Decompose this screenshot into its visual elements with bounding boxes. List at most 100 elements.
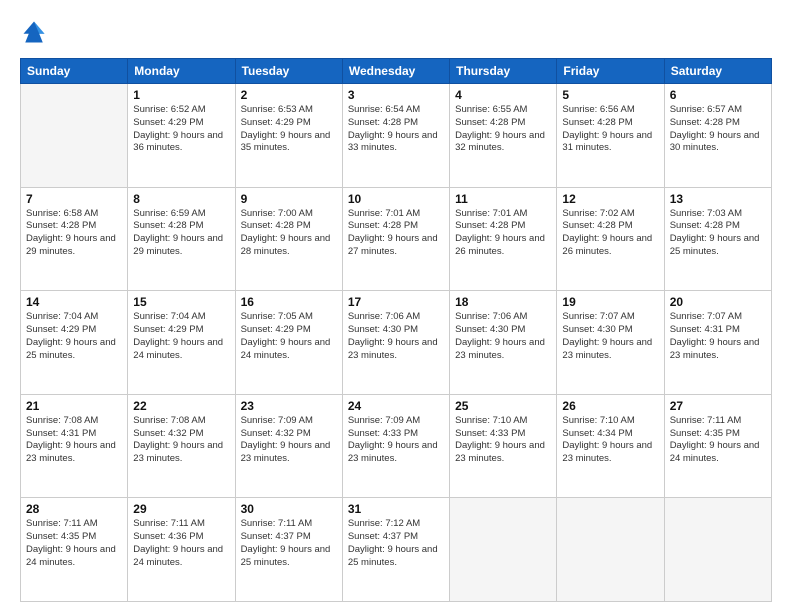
- day-number: 4: [455, 88, 551, 102]
- day-number: 25: [455, 399, 551, 413]
- day-number: 31: [348, 502, 444, 516]
- calendar-day-header: Monday: [128, 59, 235, 84]
- calendar-cell: 24 Sunrise: 7:09 AMSunset: 4:33 PMDaylig…: [342, 394, 449, 498]
- calendar-cell: [21, 84, 128, 188]
- day-info: Sunrise: 7:09 AMSunset: 4:32 PMDaylight:…: [241, 415, 331, 464]
- calendar-cell: [557, 498, 664, 602]
- day-info: Sunrise: 7:02 AMSunset: 4:28 PMDaylight:…: [562, 208, 652, 257]
- calendar-cell: 17 Sunrise: 7:06 AMSunset: 4:30 PMDaylig…: [342, 291, 449, 395]
- day-info: Sunrise: 6:53 AMSunset: 4:29 PMDaylight:…: [241, 104, 331, 153]
- day-number: 9: [241, 192, 337, 206]
- day-number: 27: [670, 399, 766, 413]
- day-info: Sunrise: 7:05 AMSunset: 4:29 PMDaylight:…: [241, 311, 331, 360]
- day-info: Sunrise: 7:11 AMSunset: 4:37 PMDaylight:…: [241, 518, 331, 567]
- day-number: 23: [241, 399, 337, 413]
- day-number: 28: [26, 502, 122, 516]
- calendar-cell: 11 Sunrise: 7:01 AMSunset: 4:28 PMDaylig…: [450, 187, 557, 291]
- day-number: 26: [562, 399, 658, 413]
- day-info: Sunrise: 7:01 AMSunset: 4:28 PMDaylight:…: [348, 208, 438, 257]
- day-info: Sunrise: 7:06 AMSunset: 4:30 PMDaylight:…: [455, 311, 545, 360]
- day-number: 30: [241, 502, 337, 516]
- day-number: 8: [133, 192, 229, 206]
- calendar-cell: 30 Sunrise: 7:11 AMSunset: 4:37 PMDaylig…: [235, 498, 342, 602]
- day-number: 3: [348, 88, 444, 102]
- calendar-cell: 4 Sunrise: 6:55 AMSunset: 4:28 PMDayligh…: [450, 84, 557, 188]
- day-info: Sunrise: 7:12 AMSunset: 4:37 PMDaylight:…: [348, 518, 438, 567]
- day-number: 22: [133, 399, 229, 413]
- calendar-day-header: Wednesday: [342, 59, 449, 84]
- day-number: 20: [670, 295, 766, 309]
- calendar-cell: 19 Sunrise: 7:07 AMSunset: 4:30 PMDaylig…: [557, 291, 664, 395]
- calendar-cell: 13 Sunrise: 7:03 AMSunset: 4:28 PMDaylig…: [664, 187, 771, 291]
- calendar-day-header: Tuesday: [235, 59, 342, 84]
- calendar-week-row: 7 Sunrise: 6:58 AMSunset: 4:28 PMDayligh…: [21, 187, 772, 291]
- day-number: 16: [241, 295, 337, 309]
- day-number: 10: [348, 192, 444, 206]
- day-info: Sunrise: 7:04 AMSunset: 4:29 PMDaylight:…: [26, 311, 116, 360]
- day-info: Sunrise: 7:09 AMSunset: 4:33 PMDaylight:…: [348, 415, 438, 464]
- calendar-cell: 1 Sunrise: 6:52 AMSunset: 4:29 PMDayligh…: [128, 84, 235, 188]
- calendar-cell: 2 Sunrise: 6:53 AMSunset: 4:29 PMDayligh…: [235, 84, 342, 188]
- day-info: Sunrise: 6:58 AMSunset: 4:28 PMDaylight:…: [26, 208, 116, 257]
- day-info: Sunrise: 7:07 AMSunset: 4:30 PMDaylight:…: [562, 311, 652, 360]
- calendar-cell: 28 Sunrise: 7:11 AMSunset: 4:35 PMDaylig…: [21, 498, 128, 602]
- day-number: 5: [562, 88, 658, 102]
- day-info: Sunrise: 7:08 AMSunset: 4:32 PMDaylight:…: [133, 415, 223, 464]
- calendar-cell: 29 Sunrise: 7:11 AMSunset: 4:36 PMDaylig…: [128, 498, 235, 602]
- calendar-cell: 20 Sunrise: 7:07 AMSunset: 4:31 PMDaylig…: [664, 291, 771, 395]
- calendar-cell: 22 Sunrise: 7:08 AMSunset: 4:32 PMDaylig…: [128, 394, 235, 498]
- day-info: Sunrise: 7:10 AMSunset: 4:33 PMDaylight:…: [455, 415, 545, 464]
- day-number: 18: [455, 295, 551, 309]
- day-info: Sunrise: 7:04 AMSunset: 4:29 PMDaylight:…: [133, 311, 223, 360]
- day-number: 12: [562, 192, 658, 206]
- calendar-cell: [450, 498, 557, 602]
- day-info: Sunrise: 6:59 AMSunset: 4:28 PMDaylight:…: [133, 208, 223, 257]
- day-info: Sunrise: 6:56 AMSunset: 4:28 PMDaylight:…: [562, 104, 652, 153]
- day-info: Sunrise: 7:01 AMSunset: 4:28 PMDaylight:…: [455, 208, 545, 257]
- calendar-week-row: 1 Sunrise: 6:52 AMSunset: 4:29 PMDayligh…: [21, 84, 772, 188]
- calendar-cell: 12 Sunrise: 7:02 AMSunset: 4:28 PMDaylig…: [557, 187, 664, 291]
- header: [20, 18, 772, 46]
- calendar-cell: 8 Sunrise: 6:59 AMSunset: 4:28 PMDayligh…: [128, 187, 235, 291]
- day-number: 14: [26, 295, 122, 309]
- day-number: 21: [26, 399, 122, 413]
- calendar-cell: 31 Sunrise: 7:12 AMSunset: 4:37 PMDaylig…: [342, 498, 449, 602]
- calendar-cell: 16 Sunrise: 7:05 AMSunset: 4:29 PMDaylig…: [235, 291, 342, 395]
- calendar-cell: 10 Sunrise: 7:01 AMSunset: 4:28 PMDaylig…: [342, 187, 449, 291]
- day-info: Sunrise: 6:54 AMSunset: 4:28 PMDaylight:…: [348, 104, 438, 153]
- calendar-cell: 15 Sunrise: 7:04 AMSunset: 4:29 PMDaylig…: [128, 291, 235, 395]
- day-number: 7: [26, 192, 122, 206]
- day-info: Sunrise: 7:11 AMSunset: 4:36 PMDaylight:…: [133, 518, 223, 567]
- calendar-cell: 21 Sunrise: 7:08 AMSunset: 4:31 PMDaylig…: [21, 394, 128, 498]
- logo-icon: [20, 18, 48, 46]
- calendar-cell: [664, 498, 771, 602]
- day-info: Sunrise: 7:06 AMSunset: 4:30 PMDaylight:…: [348, 311, 438, 360]
- calendar-day-header: Friday: [557, 59, 664, 84]
- calendar-day-header: Sunday: [21, 59, 128, 84]
- calendar-week-row: 21 Sunrise: 7:08 AMSunset: 4:31 PMDaylig…: [21, 394, 772, 498]
- calendar-cell: 5 Sunrise: 6:56 AMSunset: 4:28 PMDayligh…: [557, 84, 664, 188]
- day-number: 29: [133, 502, 229, 516]
- calendar-week-row: 28 Sunrise: 7:11 AMSunset: 4:35 PMDaylig…: [21, 498, 772, 602]
- calendar-cell: 27 Sunrise: 7:11 AMSunset: 4:35 PMDaylig…: [664, 394, 771, 498]
- logo: [20, 18, 52, 46]
- day-info: Sunrise: 7:11 AMSunset: 4:35 PMDaylight:…: [670, 415, 760, 464]
- calendar-day-header: Thursday: [450, 59, 557, 84]
- page: SundayMondayTuesdayWednesdayThursdayFrid…: [0, 0, 792, 612]
- day-info: Sunrise: 6:57 AMSunset: 4:28 PMDaylight:…: [670, 104, 760, 153]
- day-info: Sunrise: 7:07 AMSunset: 4:31 PMDaylight:…: [670, 311, 760, 360]
- calendar-cell: 25 Sunrise: 7:10 AMSunset: 4:33 PMDaylig…: [450, 394, 557, 498]
- calendar-cell: 3 Sunrise: 6:54 AMSunset: 4:28 PMDayligh…: [342, 84, 449, 188]
- day-info: Sunrise: 7:10 AMSunset: 4:34 PMDaylight:…: [562, 415, 652, 464]
- day-number: 19: [562, 295, 658, 309]
- calendar-table: SundayMondayTuesdayWednesdayThursdayFrid…: [20, 58, 772, 602]
- day-number: 6: [670, 88, 766, 102]
- calendar-day-header: Saturday: [664, 59, 771, 84]
- day-info: Sunrise: 6:55 AMSunset: 4:28 PMDaylight:…: [455, 104, 545, 153]
- calendar-cell: 14 Sunrise: 7:04 AMSunset: 4:29 PMDaylig…: [21, 291, 128, 395]
- calendar-cell: 23 Sunrise: 7:09 AMSunset: 4:32 PMDaylig…: [235, 394, 342, 498]
- calendar-cell: 18 Sunrise: 7:06 AMSunset: 4:30 PMDaylig…: [450, 291, 557, 395]
- calendar-cell: 26 Sunrise: 7:10 AMSunset: 4:34 PMDaylig…: [557, 394, 664, 498]
- calendar-header-row: SundayMondayTuesdayWednesdayThursdayFrid…: [21, 59, 772, 84]
- day-info: Sunrise: 7:03 AMSunset: 4:28 PMDaylight:…: [670, 208, 760, 257]
